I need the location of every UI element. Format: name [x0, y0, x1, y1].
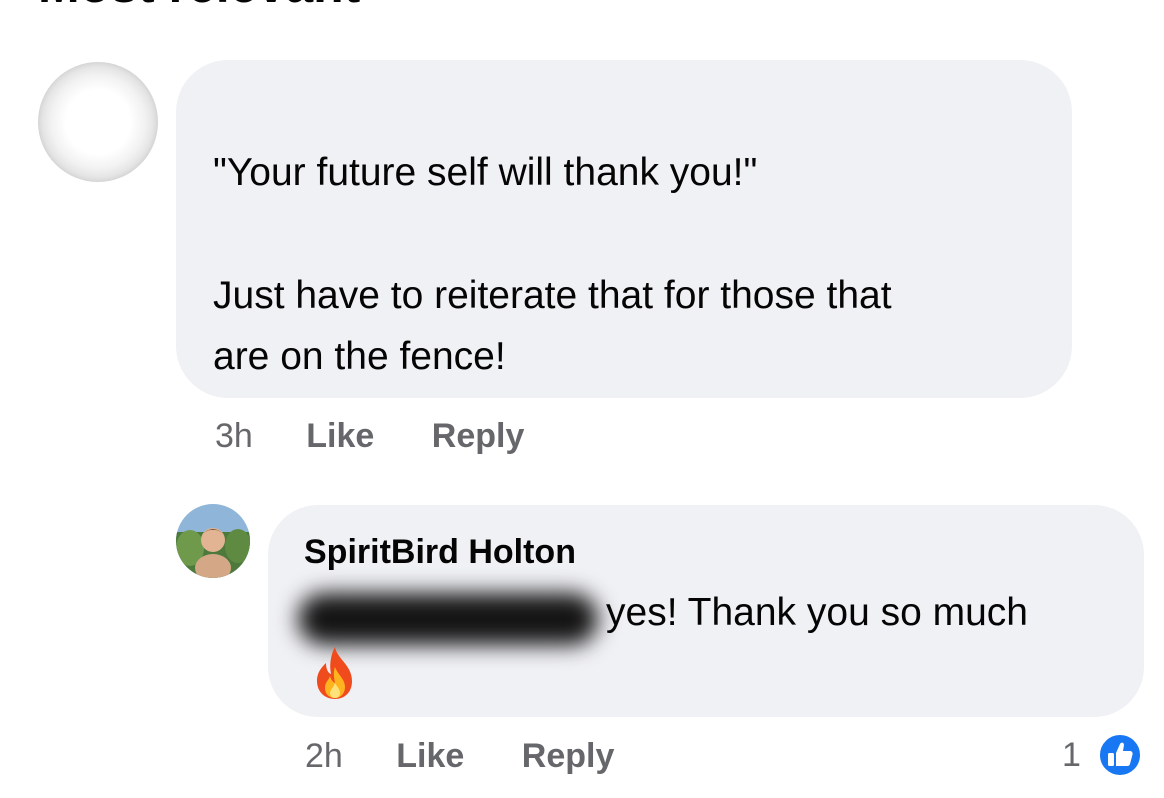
like-button[interactable]: Like [396, 737, 464, 775]
reaction-count[interactable]: 1 [1062, 735, 1081, 775]
sort-label[interactable]: Most relevant [38, 0, 360, 10]
reply-text: yes! Thank you so much [606, 591, 1028, 634]
thumbs-up-icon[interactable] [1097, 732, 1143, 778]
comment-actions: 3h Like Reply [215, 414, 572, 458]
reply-button[interactable]: Reply [522, 737, 615, 775]
fire-icon [317, 647, 352, 699]
comment-bubble: "Your future self will thank you!" Just … [176, 60, 1072, 398]
like-button[interactable]: Like [306, 417, 374, 455]
comment-text-line: Just have to reiterate that for those th… [213, 274, 892, 317]
avatar[interactable] [38, 62, 158, 182]
comment-text-line: "Your future self will thank you!" [213, 151, 758, 194]
comment-text-line: are on the fence! [213, 335, 506, 378]
reply-timestamp[interactable]: 2h [305, 737, 343, 775]
comment-timestamp[interactable]: 3h [215, 417, 253, 455]
reply-bubble: SpiritBird Holton yes! Thank you so much [268, 505, 1144, 717]
reply-author-name[interactable]: SpiritBird Holton [304, 531, 576, 573]
reply-button[interactable]: Reply [432, 417, 525, 455]
redacted-mention [298, 593, 598, 645]
reply-actions: 2h Like Reply [305, 734, 662, 778]
reply-avatar[interactable] [176, 504, 250, 578]
